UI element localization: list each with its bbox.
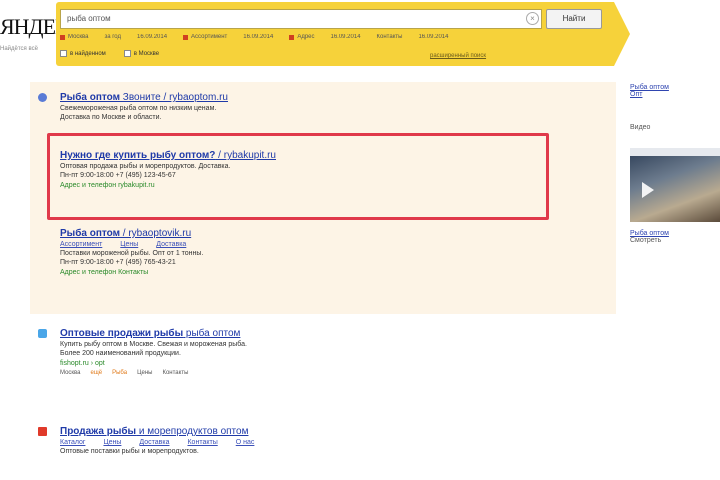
search-button[interactable]: Найти bbox=[546, 9, 602, 29]
meta-item[interactable]: Контакты bbox=[162, 370, 188, 376]
sitelinks: Каталог Цены Доставка Контакты О нас bbox=[60, 439, 254, 446]
filter-label: за год bbox=[104, 34, 122, 40]
video-thumbnail[interactable] bbox=[630, 148, 720, 222]
organic-result: Оптовые продажи рыбы рыба оптом Купить р… bbox=[38, 328, 247, 376]
search-bar-arrow bbox=[614, 2, 630, 66]
filter-item[interactable]: 16.09.2014 bbox=[243, 34, 273, 40]
filter-item[interactable]: 16.09.2014 bbox=[137, 34, 167, 40]
sitelink[interactable]: Ассортимент bbox=[60, 241, 102, 248]
sitelink[interactable]: Цены bbox=[120, 241, 138, 248]
marker-icon bbox=[183, 34, 189, 40]
result-title-link[interactable]: Рыба оптом / rybaoptovik.ru bbox=[60, 228, 203, 239]
checkbox[interactable] bbox=[60, 50, 67, 57]
meta-item[interactable]: Москва bbox=[60, 370, 80, 376]
search-options: в найденном в Москве bbox=[60, 50, 159, 57]
result-snippet: Оптовые поставки рыбы и морепродуктов. bbox=[60, 448, 199, 455]
filter-item[interactable]: Адрес bbox=[289, 34, 315, 40]
logo-subtitle: Найдётся всё bbox=[0, 46, 38, 52]
result-snippet: Более 200 наименований продукции. bbox=[60, 350, 181, 357]
sitelink[interactable]: Цены bbox=[103, 439, 121, 446]
result-contacts: Пн-пт 9:00-18:00 +7 (495) 765-43-21 bbox=[60, 259, 176, 266]
play-icon[interactable] bbox=[642, 182, 654, 198]
result-url[interactable]: fishopt.ru › opt bbox=[60, 360, 247, 367]
filter-label: Ассортимент bbox=[191, 34, 228, 40]
video-strip bbox=[630, 148, 720, 156]
sitelink[interactable]: О нас bbox=[236, 439, 255, 446]
result-snippet: Купить рыбу оптом в Москве. Свежая и мор… bbox=[60, 341, 247, 348]
right-column: Рыба оптом Опт Видео bbox=[630, 84, 720, 131]
result-url[interactable]: Адрес и телефон Контакты bbox=[60, 269, 203, 276]
site-favicon-icon bbox=[38, 427, 47, 436]
filter-label: 16.09.2014 bbox=[243, 34, 274, 40]
sitelinks: Ассортимент Цены Доставка bbox=[60, 241, 203, 248]
meta-item[interactable]: Цены bbox=[137, 370, 152, 376]
clear-icon[interactable]: × bbox=[526, 12, 539, 25]
filter-item[interactable]: 16.09.2014 bbox=[418, 34, 448, 40]
option-in-found[interactable]: в найденном bbox=[60, 50, 106, 57]
video-caption-block: Рыба оптом Смотреть bbox=[630, 230, 720, 244]
filter-item[interactable]: за год bbox=[104, 34, 121, 40]
ad-result: Рыба оптом / rybaoptovik.ru Ассортимент … bbox=[60, 228, 203, 276]
sitelink[interactable]: Контакты bbox=[187, 439, 217, 446]
sitelink[interactable]: Доставка bbox=[139, 439, 169, 446]
site-favicon-icon bbox=[38, 329, 47, 338]
filter-label: 16.09.2014 bbox=[330, 34, 361, 40]
result-snippet: Доставка по Москве и области. bbox=[60, 114, 162, 121]
video-heading: Видео bbox=[630, 124, 651, 131]
result-meta: Москва ещё Рыба Цены Контакты bbox=[60, 370, 247, 376]
search-input[interactable]: рыба оптом bbox=[60, 9, 542, 29]
marker-icon bbox=[60, 34, 65, 40]
filter-item[interactable]: Москва bbox=[60, 34, 88, 40]
result-title-link[interactable]: Продажа рыбы и морепродуктов оптом bbox=[60, 426, 254, 437]
highlight-box bbox=[47, 133, 549, 220]
sitelink[interactable]: Каталог bbox=[60, 439, 85, 446]
filter-item[interactable]: Ассортимент bbox=[183, 34, 227, 40]
video-caption-link[interactable]: Рыба оптом bbox=[630, 230, 720, 237]
result-snippet: Свежемороженая рыба оптом по низким цена… bbox=[60, 105, 217, 112]
right-link[interactable]: Рыба оптом bbox=[630, 84, 720, 91]
marker-icon bbox=[289, 34, 295, 40]
ad-result: Рыба оптом Звоните / rybaoptom.ru Свежем… bbox=[38, 92, 228, 121]
video-subtext: Смотреть bbox=[630, 237, 662, 244]
right-link[interactable]: Опт bbox=[630, 91, 720, 98]
checkbox-label: в Москве bbox=[133, 50, 160, 57]
result-title-link[interactable]: Оптовые продажи рыбы рыба оптом bbox=[60, 328, 247, 339]
filter-item[interactable]: 16.09.2014 bbox=[331, 34, 361, 40]
meta-item[interactable]: ещё bbox=[90, 370, 102, 376]
filter-label: 16.09.2014 bbox=[418, 34, 449, 40]
filter-row: Москва за год 16.09.2014 Ассортимент 16.09.2… bbox=[60, 34, 600, 40]
filter-label: 16.09.2014 bbox=[137, 34, 168, 40]
sitelink[interactable]: Доставка bbox=[156, 241, 186, 248]
checkbox-label: в найденном bbox=[70, 50, 106, 57]
filter-label: Адрес bbox=[297, 34, 315, 40]
result-snippet: Поставки мороженой рыбы. Опт от 1 тонны. bbox=[60, 250, 204, 257]
filter-label: Контакты bbox=[376, 34, 403, 40]
checkbox[interactable] bbox=[123, 50, 131, 57]
filter-label: Москва bbox=[68, 34, 89, 40]
favicon-icon bbox=[38, 93, 47, 102]
result-title-link[interactable]: Рыба оптом Звоните / rybaoptom.ru bbox=[60, 92, 228, 103]
meta-item[interactable]: Рыба bbox=[112, 370, 127, 376]
option-region[interactable]: в Москве bbox=[123, 50, 160, 57]
advanced-search-link[interactable]: расширенный поиск bbox=[430, 53, 486, 59]
filter-item[interactable]: Контакты bbox=[377, 34, 403, 40]
organic-result: Продажа рыбы и морепродуктов оптом Катал… bbox=[38, 426, 254, 455]
